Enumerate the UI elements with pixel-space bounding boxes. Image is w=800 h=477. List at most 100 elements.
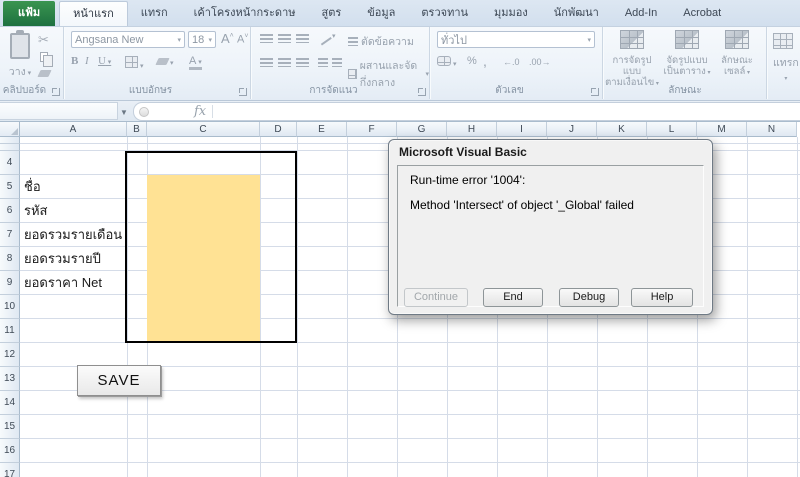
tab-สูตร[interactable]: สูตร — [309, 1, 355, 26]
orientation-icon[interactable] — [316, 30, 332, 45]
row-header-14[interactable]: 14 — [0, 391, 20, 415]
align-middle-icon[interactable] — [278, 34, 291, 43]
row-header-4[interactable]: 4 — [0, 151, 20, 175]
tab-เค้าโครงหน้ากระดาษ[interactable]: เค้าโครงหน้ากระดาษ — [181, 1, 309, 26]
group-label-styles: ลักษณะ — [604, 83, 766, 98]
tab-ตรวจทาน[interactable]: ตรวจทาน — [408, 1, 481, 26]
column-header-N[interactable]: N — [747, 122, 797, 137]
insert-cells-button[interactable]: แทรก▾ — [773, 33, 799, 83]
column-header-E[interactable]: E — [297, 122, 347, 137]
tab-Add-In[interactable]: Add-In — [612, 1, 670, 26]
increase-indent-icon[interactable] — [332, 58, 342, 67]
row-header-13[interactable]: 13 — [0, 367, 20, 391]
row-header-6[interactable]: 6 — [0, 199, 20, 223]
bold-button[interactable]: B — [71, 55, 78, 67]
copy-icon[interactable] — [40, 52, 48, 62]
column-header-I[interactable]: I — [497, 122, 547, 137]
font-color-button[interactable]: A ▾ — [189, 55, 202, 70]
row-header-thin[interactable] — [0, 137, 20, 144]
cell-a6-label[interactable]: รหัส — [24, 199, 48, 223]
font-dialog-launcher-icon[interactable] — [239, 88, 247, 96]
column-header-A[interactable]: A — [20, 122, 127, 137]
insert-label: แทรก — [773, 57, 799, 69]
tab-Acrobat[interactable]: Acrobat — [670, 1, 734, 26]
align-left-icon[interactable] — [260, 58, 273, 67]
font-size-combobox[interactable]: 18▾ — [188, 31, 216, 48]
cell-a5-label[interactable]: ชื่อ — [24, 175, 41, 199]
help-button[interactable]: Help — [631, 288, 693, 307]
bordered-range-b4-d11[interactable] — [125, 151, 297, 343]
cell-styles-button[interactable]: ลักษณะเซลล์ ▾ — [714, 30, 760, 79]
name-box[interactable] — [0, 102, 118, 120]
increase-decimal-button[interactable]: ←.0 — [503, 57, 520, 67]
debug-button[interactable]: Debug — [559, 288, 619, 307]
row-header-9[interactable]: 9 — [0, 271, 20, 295]
borders-icon — [125, 56, 138, 68]
align-bottom-icon[interactable] — [296, 34, 309, 43]
cell-a8-label[interactable]: ยอดรวมรายปี — [24, 247, 101, 271]
italic-button[interactable]: I — [85, 55, 89, 67]
column-header-B[interactable]: B — [127, 122, 147, 137]
column-header-H[interactable]: H — [447, 122, 497, 137]
select-all-corner[interactable] — [0, 122, 20, 137]
accounting-format-button[interactable]: ▾ — [437, 56, 456, 69]
gridline-horizontal — [20, 438, 800, 439]
percent-button[interactable]: % — [467, 55, 477, 67]
end-button[interactable]: End — [483, 288, 543, 307]
tab-ข้อมูล[interactable]: ข้อมูล — [354, 1, 408, 26]
row-header-16[interactable]: 16 — [0, 439, 20, 463]
font-name-combobox[interactable]: Angsana New▾ — [71, 31, 185, 48]
align-center-icon[interactable] — [278, 58, 291, 67]
tab-นักพัฒนา[interactable]: นักพัฒนา — [541, 1, 612, 26]
column-header-J[interactable]: J — [547, 122, 597, 137]
column-header-G[interactable]: G — [397, 122, 447, 137]
format-as-table-button[interactable]: จัดรูปแบบเป็นตาราง ▾ — [660, 30, 714, 79]
cut-icon[interactable]: ✂ — [38, 32, 49, 48]
cell-a9-label[interactable]: ยอดราคา Net — [24, 271, 102, 295]
comma-button[interactable]: , — [483, 53, 487, 69]
clipboard-dialog-launcher-icon[interactable] — [52, 88, 60, 96]
column-header-M[interactable]: M — [697, 122, 747, 137]
row-header-5[interactable]: 5 — [0, 175, 20, 199]
fill-color-button[interactable]: ▾ — [157, 56, 173, 68]
column-header-K[interactable]: K — [597, 122, 647, 137]
column-header-C[interactable]: C — [147, 122, 260, 137]
row-header-10[interactable]: 10 — [0, 295, 20, 319]
tab-แทรก[interactable]: แทรก — [128, 1, 181, 26]
alignment-dialog-launcher-icon[interactable] — [418, 88, 426, 96]
row-header-15[interactable]: 15 — [0, 415, 20, 439]
row-header-8[interactable]: 8 — [0, 247, 20, 271]
number-dialog-launcher-icon[interactable] — [591, 88, 599, 96]
underline-button[interactable]: U ▾ — [98, 55, 111, 67]
conditional-formatting-button[interactable]: การจัดรูปแบบตามเงื่อนไข ▾ — [605, 30, 659, 90]
decrease-indent-icon[interactable] — [318, 58, 328, 67]
number-format-combobox[interactable]: ทั่วไป▾ — [437, 31, 595, 48]
group-styles: การจัดรูปแบบตามเงื่อนไข ▾ จัดรูปแบบเป็นต… — [604, 27, 767, 99]
row-header-17[interactable]: 17 — [0, 463, 20, 477]
column-header-D[interactable]: D — [260, 122, 297, 137]
row-header-thin[interactable] — [0, 144, 20, 151]
tab-file[interactable]: แฟ้ม — [3, 1, 55, 26]
column-header-F[interactable]: F — [347, 122, 397, 137]
wrap-text-button[interactable]: ตัดข้อความ — [348, 33, 414, 50]
row-header-7[interactable]: 7 — [0, 223, 20, 247]
name-box-dropdown-icon[interactable]: ▼ — [120, 108, 128, 117]
align-top-icon[interactable] — [260, 34, 273, 43]
save-button[interactable]: SAVE — [77, 365, 161, 396]
borders-button[interactable]: ▾ — [125, 56, 143, 71]
formula-input-area[interactable]: fx — [133, 102, 800, 121]
row-header-12[interactable]: 12 — [0, 343, 20, 367]
decrease-decimal-button[interactable]: .00→ — [529, 57, 551, 67]
grow-font-button[interactable]: A˄ — [221, 31, 234, 46]
ribbon: วาง ▾ ✂ คลิปบอร์ด Angsana New▾ 18▾ A˄ A˅… — [0, 27, 800, 101]
shrink-font-button[interactable]: A˅ — [237, 33, 248, 46]
tab-มุมมอง[interactable]: มุมมอง — [481, 1, 541, 26]
row-header-11[interactable]: 11 — [0, 319, 20, 343]
align-right-icon[interactable] — [296, 58, 309, 67]
cell-a7-label[interactable]: ยอดรวมรายเดือน — [24, 223, 122, 247]
tab-หน้าแรก[interactable]: หน้าแรก — [59, 1, 128, 26]
insert-function-icon[interactable]: fx — [194, 104, 206, 119]
format-painter-icon[interactable] — [37, 70, 51, 77]
column-header-L[interactable]: L — [647, 122, 697, 137]
conditional-formatting-icon — [620, 30, 644, 49]
